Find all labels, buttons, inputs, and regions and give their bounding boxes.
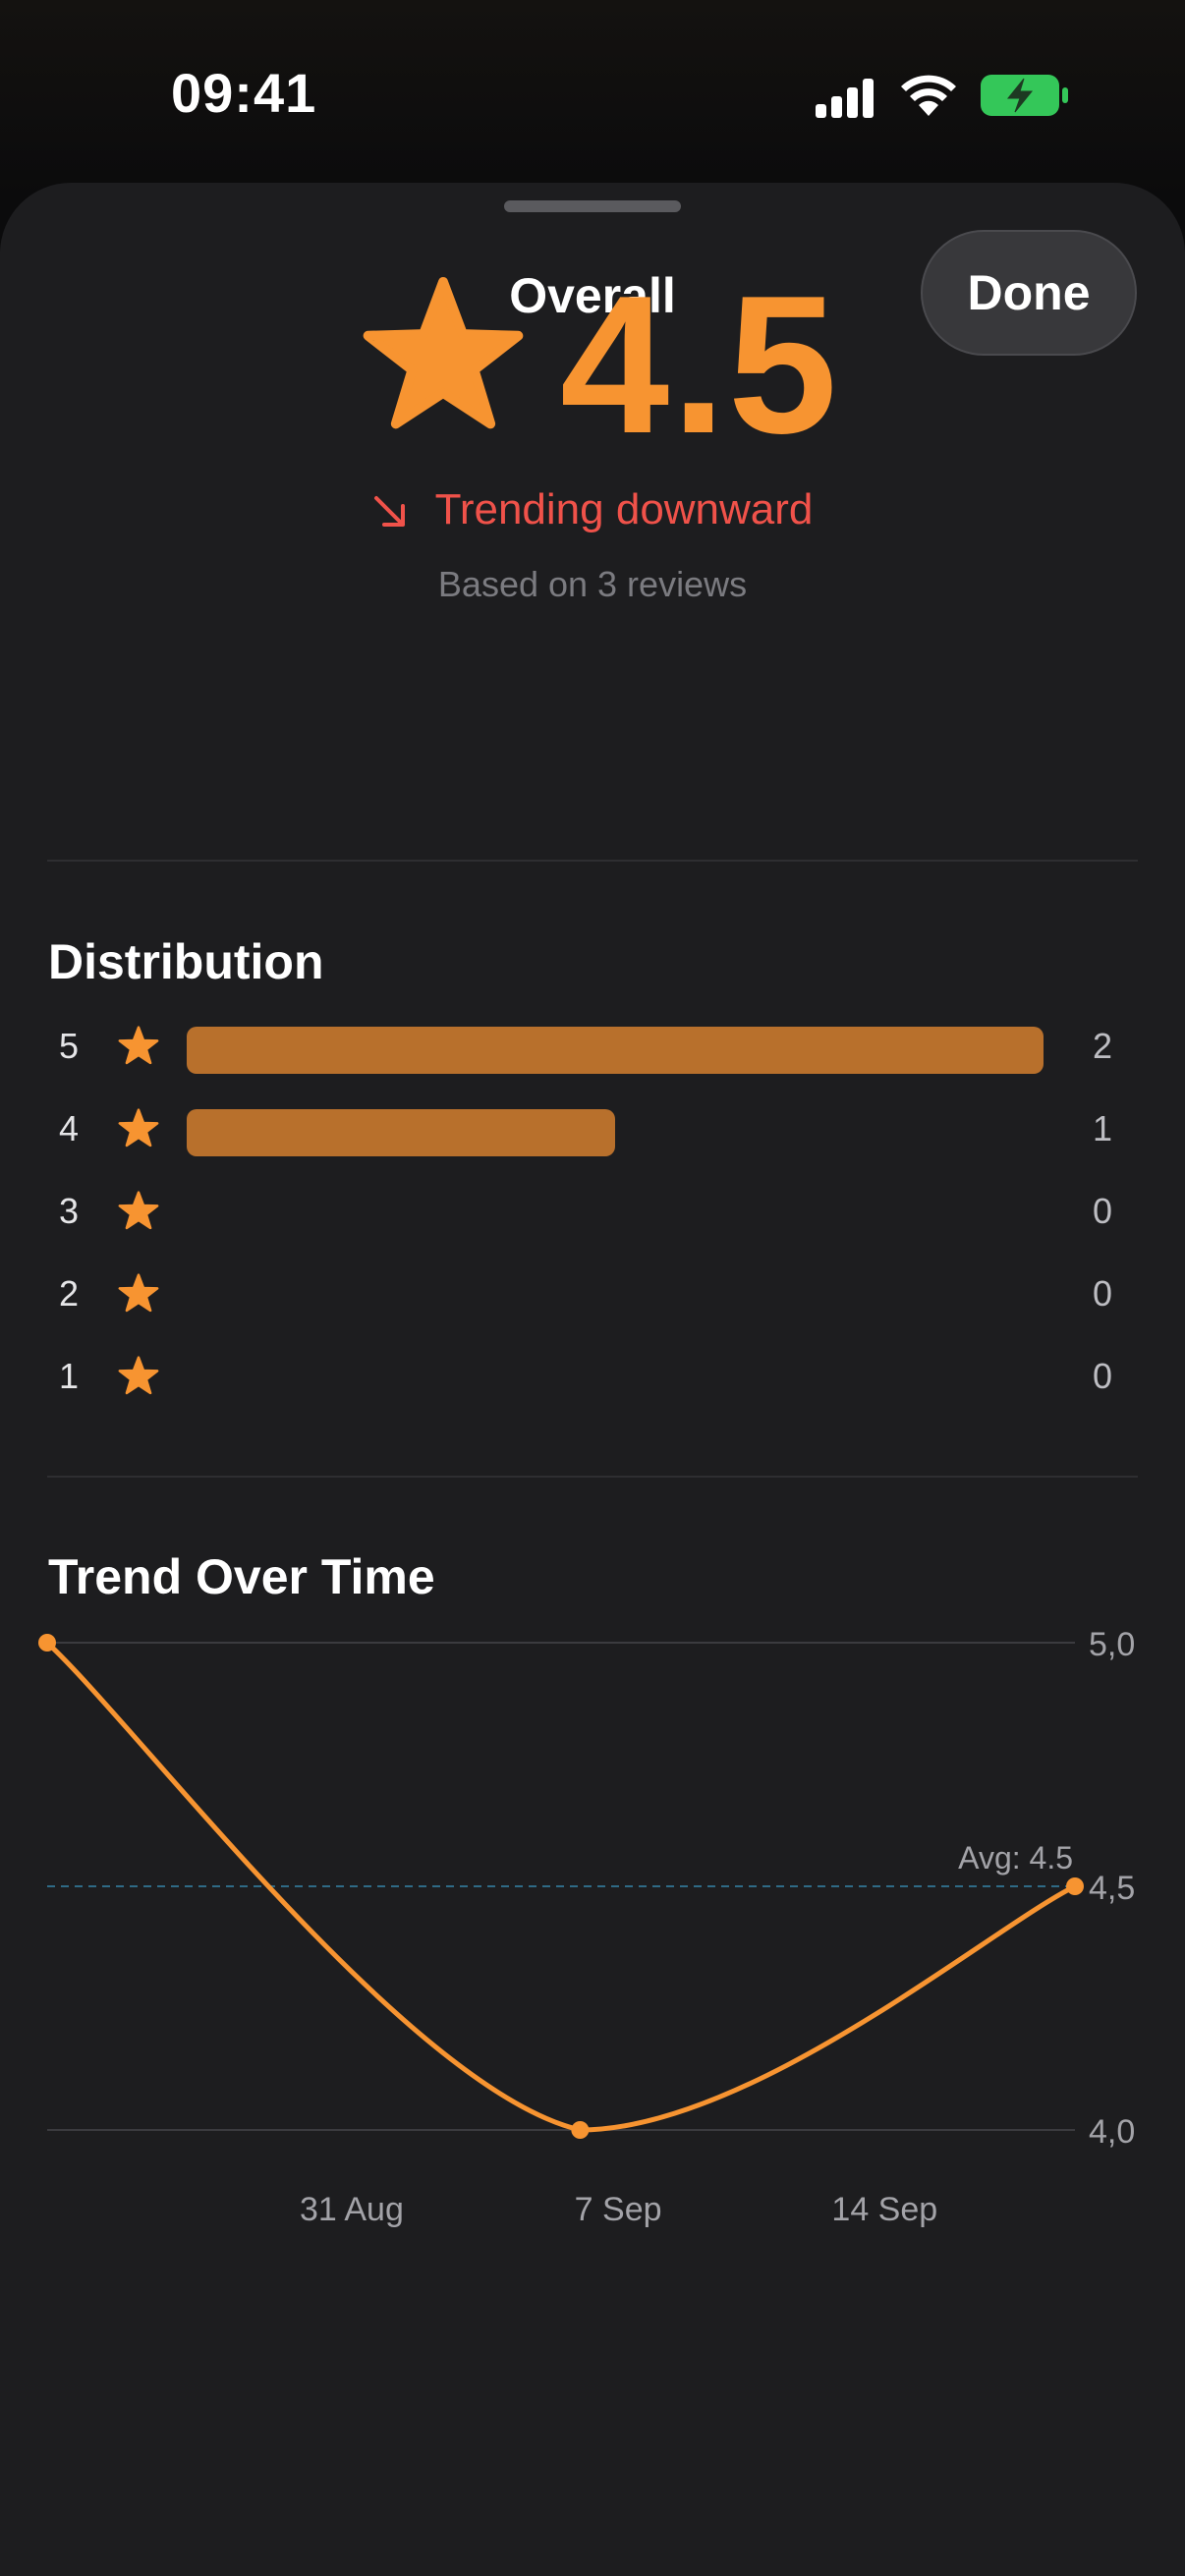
x-tick-label: 14 Sep xyxy=(831,2191,937,2228)
star-level-label: 4 xyxy=(59,1108,80,1148)
distribution-row-4: 41 xyxy=(0,1092,1185,1175)
data-point xyxy=(571,2121,590,2139)
trend-label: Trending downward xyxy=(434,485,814,533)
distribution-bar xyxy=(187,1109,615,1156)
average-rating-value: 4.5 xyxy=(560,255,840,475)
y-tick-label: 5,0 xyxy=(1089,1626,1135,1663)
review-count-label: 0 xyxy=(1092,1191,1112,1231)
distribution-bar-track xyxy=(187,1027,1044,1074)
star-icon xyxy=(363,276,524,429)
star-level-label: 3 xyxy=(59,1191,80,1231)
data-point xyxy=(38,1634,56,1652)
data-point xyxy=(1066,1877,1084,1895)
y-tick-label: 4,0 xyxy=(1089,2113,1135,2151)
distribution-bar-track xyxy=(187,1109,1044,1156)
star-icon xyxy=(118,1273,159,1313)
review-count-label: 2 xyxy=(1092,1026,1112,1066)
sheet-grabber[interactable] xyxy=(504,200,681,212)
distribution-row-1: 10 xyxy=(0,1340,1185,1423)
star-icon xyxy=(118,1356,159,1395)
battery-charging-icon xyxy=(981,75,1068,116)
distribution-title: Distribution xyxy=(48,934,324,989)
distribution-bar xyxy=(187,1027,1044,1074)
average-label: Avg: 4.5 xyxy=(958,1840,1073,1876)
star-icon xyxy=(118,1108,159,1148)
trend-indicator: Trending downward xyxy=(0,485,1185,534)
star-level-label: 5 xyxy=(59,1026,80,1066)
star-icon xyxy=(118,1026,159,1065)
distribution-bar-track xyxy=(187,1192,1044,1239)
review-count-label: 0 xyxy=(1092,1273,1112,1314)
x-tick-label: 7 Sep xyxy=(575,2191,662,2228)
distribution-row-2: 20 xyxy=(0,1258,1185,1340)
arrow-down-right-icon xyxy=(373,496,405,528)
cellular-signal-icon xyxy=(816,79,874,118)
rating-summary: 4.5 xyxy=(0,267,1185,464)
star-icon xyxy=(118,1191,159,1230)
trend-chart: 5,0 4,5 4,0 Avg: 4.5 31 Aug 7 Sep 14 Sep xyxy=(38,1626,1135,2228)
distribution-bar-track xyxy=(187,1357,1044,1404)
x-tick-label: 31 Aug xyxy=(300,2191,404,2228)
star-level-label: 2 xyxy=(59,1273,80,1314)
distribution-row-3: 30 xyxy=(0,1175,1185,1258)
star-level-label: 1 xyxy=(59,1356,80,1396)
review-count-label: 1 xyxy=(1092,1108,1112,1148)
wifi-icon xyxy=(901,75,956,116)
divider xyxy=(47,860,1138,862)
y-tick-label: 4,5 xyxy=(1089,1870,1135,1907)
distribution-row-5: 52 xyxy=(0,1010,1185,1092)
status-bar: 09:41 xyxy=(0,0,1185,187)
review-count: Based on 3 reviews xyxy=(437,564,748,604)
review-count-label: 0 xyxy=(1092,1356,1112,1396)
distribution-bar-track xyxy=(187,1274,1044,1321)
status-time: 09:41 xyxy=(171,62,317,124)
